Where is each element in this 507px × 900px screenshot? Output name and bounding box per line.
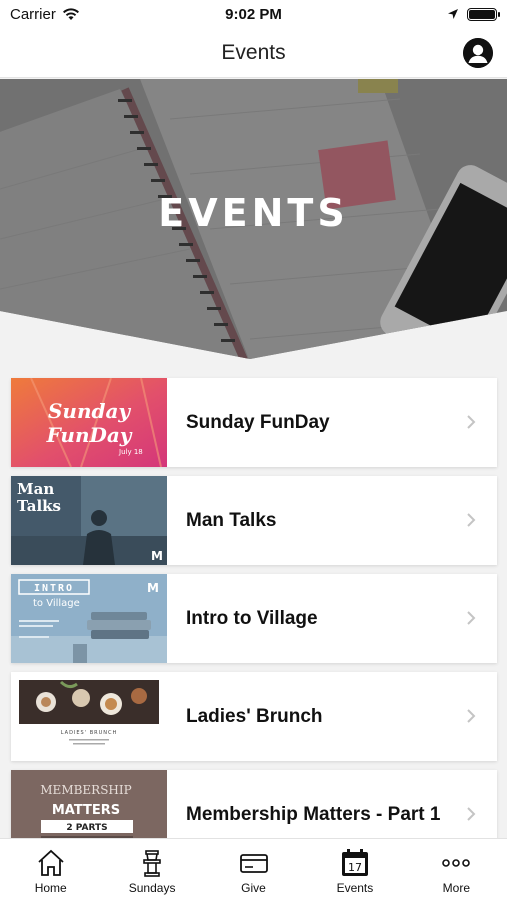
tab-bar: Home Sundays Give 17 Events More [0, 838, 507, 900]
navigation-bar: Events [0, 28, 507, 78]
tab-home[interactable]: Home [0, 839, 101, 900]
svg-text:Sunday: Sunday [48, 399, 131, 423]
svg-text:FunDay: FunDay [46, 423, 133, 447]
event-title: Membership Matters - Part 1 [186, 803, 441, 825]
event-title: Intro to Village [186, 607, 318, 629]
svg-text:Talks: Talks [17, 497, 61, 515]
tab-label: Give [241, 881, 266, 895]
svg-text:to Village: to Village [33, 598, 80, 609]
hero-title: EVENTS [158, 191, 349, 235]
svg-text:INTRO: INTRO [34, 583, 74, 594]
location-arrow-icon [448, 9, 458, 19]
event-thumbnail: LADIES' BRUNCH [11, 672, 167, 761]
events-hero-banner: EVENTS [0, 79, 507, 362]
tab-give[interactable]: Give [203, 839, 304, 900]
status-left: Carrier [10, 6, 80, 23]
svg-text:Man: Man [17, 480, 54, 498]
event-card-ladies-brunch[interactable]: LADIES' BRUNCH Ladies' Brunch [11, 672, 497, 761]
status-bar: Carrier 9:02 PM [0, 0, 507, 28]
svg-text:M: M [147, 581, 159, 595]
chevron-right-icon [467, 611, 476, 625]
card-icon [239, 854, 268, 873]
page-title: Events [221, 40, 286, 64]
status-right [447, 7, 500, 21]
calendar-icon: 17 [341, 849, 368, 876]
chevron-right-icon [467, 513, 476, 527]
svg-text:M: M [151, 549, 163, 563]
chevron-right-icon [467, 807, 476, 821]
tab-sundays[interactable]: Sundays [101, 839, 202, 900]
event-title: Ladies' Brunch [186, 705, 323, 727]
wifi-icon [62, 8, 79, 20]
svg-text:LADIES' BRUNCH: LADIES' BRUNCH [61, 730, 118, 736]
event-thumbnail: Sunday FunDay July 18 [11, 378, 167, 467]
svg-text:2 PARTS: 2 PARTS [66, 823, 107, 833]
profile-button[interactable] [463, 38, 493, 68]
battery-icon [467, 7, 500, 21]
event-card-intro-to-village[interactable]: INTRO to Village M Intro to Village [11, 574, 497, 663]
home-icon [38, 849, 64, 876]
svg-text:July 18: July 18 [118, 448, 143, 456]
event-thumbnail: Man Talks M [11, 476, 167, 565]
tab-events[interactable]: 17 Events [304, 839, 405, 900]
more-icon [442, 859, 471, 867]
event-title: Sunday FunDay [186, 411, 330, 433]
event-title: Man Talks [186, 509, 277, 531]
calendar-day: 17 [348, 861, 362, 874]
event-card-man-talks[interactable]: Man Talks M Man Talks [11, 476, 497, 565]
profile-icon [463, 38, 493, 68]
svg-text:MATTERS: MATTERS [52, 803, 120, 818]
tab-label: More [442, 881, 470, 895]
tab-label: Events [336, 881, 374, 895]
event-card-sunday-funday[interactable]: Sunday FunDay July 18 Sunday FunDay [11, 378, 497, 467]
tab-label: Sundays [128, 881, 176, 895]
tab-more[interactable]: More [406, 839, 507, 900]
chevron-right-icon [467, 415, 476, 429]
tab-label: Home [34, 881, 67, 895]
svg-text:MEMBERSHIP: MEMBERSHIP [40, 783, 131, 797]
event-thumbnail: INTRO to Village M [11, 574, 167, 663]
pulpit-icon [143, 850, 161, 877]
events-list: Sunday FunDay July 18 Sunday FunDay Man … [11, 378, 497, 868]
chevron-right-icon [467, 709, 476, 723]
carrier-label: Carrier [10, 5, 56, 23]
